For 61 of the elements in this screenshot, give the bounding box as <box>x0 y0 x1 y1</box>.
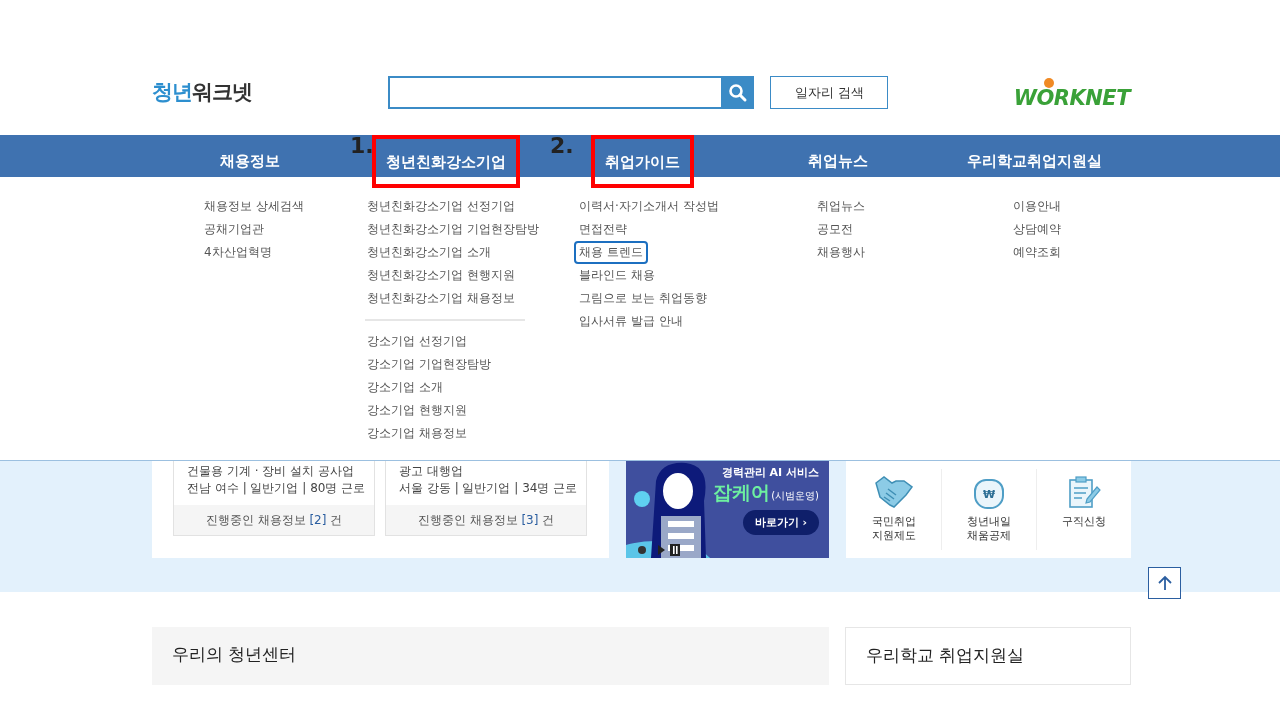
banner-note: (시범운영) <box>771 489 819 503</box>
banner-subtitle: 경력관리 AI 서비스 <box>721 465 819 480</box>
menu-link[interactable]: 강소기업 채용정보 <box>362 422 472 445</box>
menu-link[interactable]: 청년친화강소기업 선정기업 <box>362 195 520 218</box>
menu-link[interactable]: 청년친화강소기업 현행지원 <box>362 264 520 287</box>
company-card[interactable]: 광고 대행업 서울 강동 | 일반기업 | 34명 근로 진행중인 채용정보 [3] 건 <box>385 461 587 536</box>
go-button[interactable]: 바로가기 › <box>742 510 819 535</box>
step-number: 1. <box>350 133 374 158</box>
quick-link-label[interactable]: 구직신청 <box>1062 515 1106 529</box>
step-number: 2. <box>550 133 574 158</box>
site-logo[interactable]: 청년워크넷 <box>152 78 388 106</box>
menu-link[interactable]: 블라인드 채용 <box>574 264 660 287</box>
menu-link[interactable]: 공모전 <box>812 218 858 241</box>
industry-text: 광고 대행업 <box>399 463 463 480</box>
up-arrow-icon <box>1157 575 1172 591</box>
industry-text: 건물용 기계 · 장비 설치 공사업 <box>187 463 354 480</box>
company-card[interactable]: 건물용 기계 · 장비 설치 공사업 전남 여수 | 일반기업 | 80명 근로 진행중인 채용정보 [2] 건 <box>173 461 375 536</box>
menu-link[interactable]: 청년친화강소기업 소개 <box>362 241 496 264</box>
nav-tab[interactable]: 우리학교취업지원실 <box>954 140 1114 183</box>
money-bag-icon: ₩ <box>974 479 1004 509</box>
company-details: 서울 강동 | 일반기업 | 34명 근로 <box>399 480 578 497</box>
menu-link[interactable]: 이용안내 <box>1008 195 1066 218</box>
panel-title: 우리의 청년센터 <box>172 644 297 664</box>
nav-tab[interactable]: 채용정보 <box>208 140 292 183</box>
quick-link-label[interactable]: 국민취업 지원제도 <box>871 515 916 543</box>
back-to-top-button[interactable] <box>1148 567 1181 599</box>
menu-link[interactable]: 강소기업 기업현장탐방 <box>362 353 496 376</box>
menu-link[interactable]: 강소기업 선정기업 <box>362 330 472 353</box>
menu-link[interactable]: 강소기업 소개 <box>362 376 448 399</box>
menu-link[interactable]: 공채기업관 <box>199 218 269 241</box>
menu-link[interactable]: 그림으로 보는 취업동향 <box>574 287 712 310</box>
menu-link[interactable]: 강소기업 현행지원 <box>362 399 472 422</box>
menu-link[interactable]: 면접전략 <box>574 218 632 241</box>
job-count-link[interactable]: 진행중인 채용정보 [2] 건 <box>174 505 374 535</box>
menu-link[interactable]: 청년친화강소기업 기업현장탐방 <box>362 218 544 241</box>
job-search-button[interactable]: 일자리 검색 <box>770 76 888 109</box>
menu-link[interactable]: 채용 트렌드 <box>574 241 648 264</box>
menu-link[interactable]: 채용행사 <box>812 241 870 264</box>
search-field[interactable] <box>388 76 722 109</box>
clipboard-icon <box>1067 475 1101 509</box>
menu-link[interactable]: 4차산업혁명 <box>199 241 277 264</box>
search-button[interactable] <box>721 76 755 109</box>
quick-link-label[interactable]: 청년내일 채움공제 <box>967 515 1011 543</box>
menu-link[interactable]: 상담예약 <box>1008 218 1066 241</box>
menu-link[interactable]: 이력서·자기소개서 작성법 <box>574 195 724 218</box>
nav-tab[interactable]: 취업가이드 <box>590 135 694 188</box>
banner-title: 잡케어 <box>713 480 771 505</box>
dot-icon <box>1043 78 1054 88</box>
promo-banner[interactable]: 경력관리 AI 서비스 잡케어(시범운영) 바로가기 › <box>626 461 829 558</box>
nav-tab[interactable]: 청년친화강소기업 <box>372 135 520 188</box>
nav-tab[interactable]: 취업뉴스 <box>796 140 880 183</box>
company-details: 전남 여수 | 일반기업 | 80명 근로 <box>187 480 366 497</box>
handshake-icon <box>873 475 914 509</box>
menu-link[interactable]: 채용정보 상세검색 <box>199 195 309 218</box>
menu-link[interactable]: 청년친화강소기업 채용정보 <box>362 287 520 310</box>
menu-link[interactable]: 취업뉴스 <box>812 195 870 218</box>
search-icon <box>727 82 748 103</box>
job-count-link[interactable]: 진행중인 채용정보 [3] 건 <box>386 505 586 535</box>
menu-link[interactable]: 입사서류 발급 안내 <box>574 310 688 333</box>
panel-title: 우리학교 취업지원실 <box>866 645 1025 665</box>
menu-link[interactable]: 예약조회 <box>1008 241 1066 264</box>
